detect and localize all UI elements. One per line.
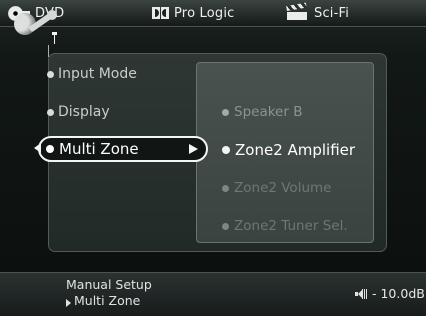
submenu-item-label: Zone2 Amplifier [235, 141, 356, 159]
submenu-item-label: Zone2 Volume [234, 180, 332, 196]
menu-bullet-icon [46, 145, 54, 153]
menu-item-display[interactable]: Display [47, 101, 110, 123]
submenu-item-label: Speaker B [234, 104, 303, 120]
menu-item-label: Input Mode [58, 66, 137, 82]
submenu-bullet-icon [222, 146, 230, 154]
submenu-item-zone2-amplifier[interactable]: Zone2 Amplifier [222, 140, 355, 160]
submenu-item-label: Zone2 Tuner Sel. [234, 218, 348, 234]
clapper-icon [286, 2, 308, 20]
preset-label: Sci-Fi [314, 5, 350, 21]
right-arrow-icon [189, 144, 198, 154]
menu-item-multi-zone[interactable]: Multi Zone [46, 138, 139, 160]
submenu-item-zone2-tuner-sel[interactable]: Zone2 Tuner Sel. [222, 216, 348, 236]
submenu-bullet-icon [222, 108, 229, 116]
menu-item-label: Display [58, 104, 110, 120]
menu-item-input-mode[interactable]: Input Mode [47, 63, 137, 85]
menu-item-label: Multi Zone [59, 140, 139, 158]
dolby-icon [152, 7, 169, 19]
submenu-bullet-icon [222, 184, 229, 192]
submenu-item-zone2-volume[interactable]: Zone2 Volume [222, 178, 331, 198]
left-arrow-icon [34, 143, 41, 153]
wrench-icon [10, 9, 58, 39]
menu-bullet-icon [47, 70, 54, 78]
breadcrumb-subtitle: Multi Zone [74, 293, 141, 308]
top-status-bar: DVD Pro Logic Sci-Fi [0, 0, 426, 27]
submenu-bullet-icon [222, 222, 229, 230]
breadcrumb-arrow-icon [66, 299, 71, 307]
volume-level-icon [362, 289, 368, 299]
volume-readout: - 10.0dB [372, 286, 425, 301]
breadcrumb-title: Manual Setup [66, 277, 152, 292]
submenu-item-speaker-b[interactable]: Speaker B [222, 102, 302, 122]
av-receiver-screen: DVD Pro Logic Sci-Fi Input Mode Display … [0, 0, 426, 316]
menu-bullet-icon [47, 108, 54, 116]
preset-indicator: Sci-Fi [286, 2, 350, 22]
surround-mode-indicator: Pro Logic [152, 4, 235, 22]
surround-mode-label: Pro Logic [174, 5, 235, 21]
